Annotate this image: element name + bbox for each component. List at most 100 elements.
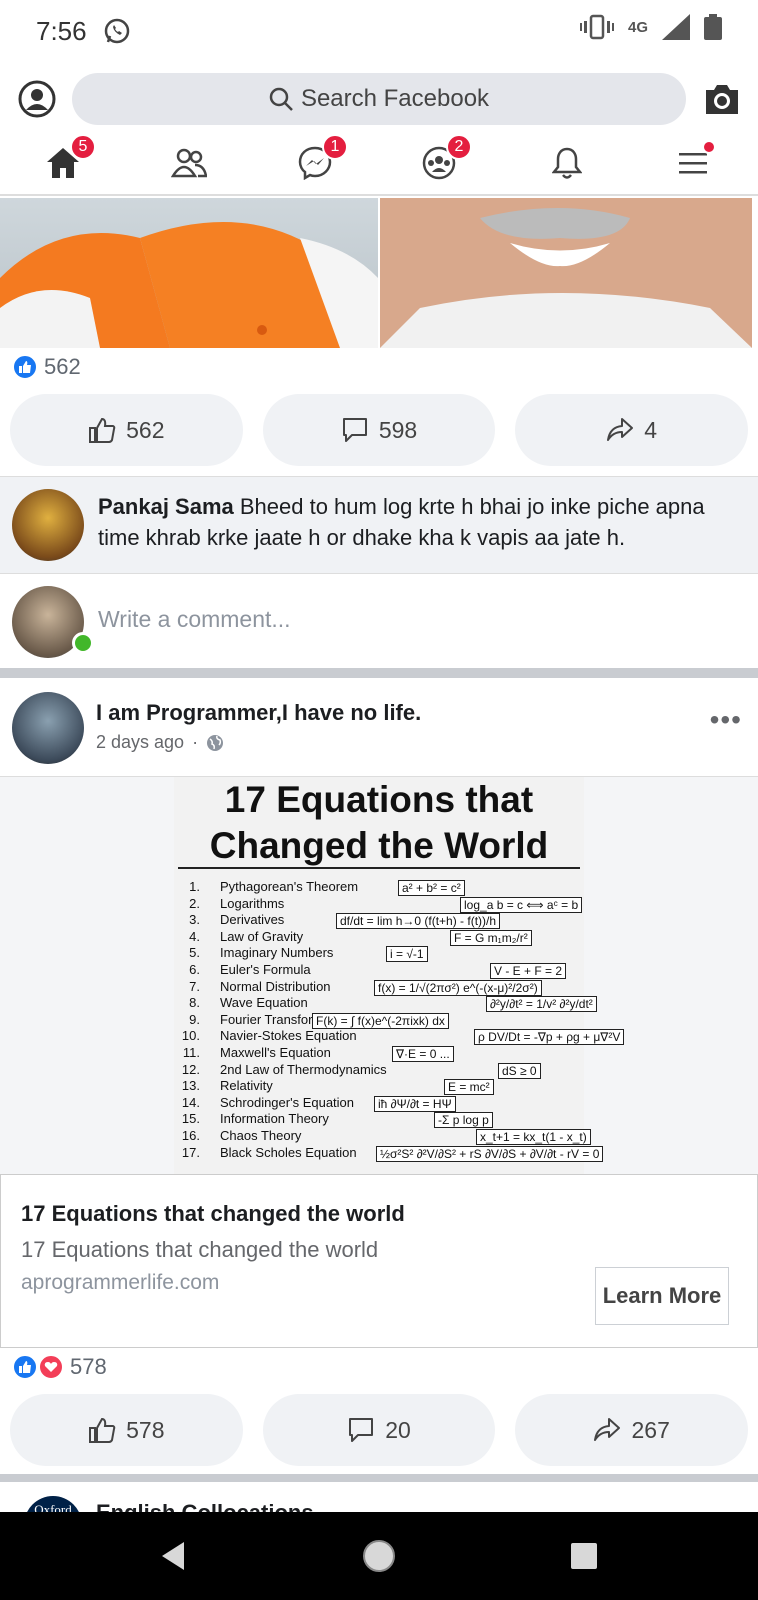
equation-item: 1. Pythagorean's Theorem a² + b² = c²: [178, 879, 578, 896]
system-nav-bar: [0, 1512, 758, 1600]
equation-item: 13. Relativity E = mc²: [178, 1078, 578, 1096]
comment-author-name[interactable]: Pankaj Sama: [98, 494, 234, 519]
thumbs-up-icon: [89, 1417, 116, 1443]
post2-reaction-count: 578: [70, 1354, 107, 1379]
tab-groups[interactable]: 2: [414, 134, 472, 188]
top-comment[interactable]: Pankaj Sama Bheed to hum log krte h bhai…: [0, 476, 758, 574]
menu-notification-dot: [702, 140, 716, 154]
bell-icon: [552, 147, 582, 179]
post2-image[interactable]: 17 Equations that Changed the World 1. Py…: [0, 776, 758, 1175]
equation-label: 2nd Law of Thermodynamics: [220, 1061, 387, 1077]
tab-menu[interactable]: [668, 138, 718, 188]
profile-icon[interactable]: [18, 80, 56, 118]
poster-title-line1: 17 Equations that: [224, 779, 534, 820]
meta-separator: ·: [192, 732, 199, 752]
vibrate-icon: [579, 14, 614, 40]
equation-item: 11. Maxwell's Equation ∇·E = 0 ...: [178, 1045, 578, 1062]
post1-reaction-summary[interactable]: 562: [12, 354, 81, 380]
post1-comment-button[interactable]: 598: [262, 394, 496, 466]
post2-like-button[interactable]: 578: [10, 1394, 243, 1466]
post2-share-button[interactable]: 267: [515, 1394, 749, 1466]
equation-item: 8. Wave Equation ∂²y/∂t² = 1/v² ∂²y/dt²: [178, 995, 597, 1013]
post-separator: [0, 1474, 758, 1482]
post2-comment-button[interactable]: 20: [262, 1394, 496, 1466]
tab-home[interactable]: 5: [38, 134, 96, 188]
post2-time[interactable]: 2 days ago: [96, 732, 184, 753]
equation-formula: a² + b² = c²: [398, 880, 465, 896]
equation-label: Schrodinger's Equation: [220, 1094, 355, 1110]
post-image[interactable]: [0, 198, 758, 348]
page-avatar[interactable]: [12, 692, 84, 764]
equation-item: 17. Black Scholes Equation ½σ²S² ∂²V/∂S² +…: [178, 1144, 604, 1162]
link-title[interactable]: 17 Equations that changed the world: [21, 1201, 405, 1227]
equation-number: 9.: [189, 1011, 200, 1027]
page-name[interactable]: I am Programmer,I have no life.: [96, 700, 421, 726]
signal-icon: [662, 14, 690, 40]
equation-number: 1.: [189, 879, 200, 894]
post-options-icon[interactable]: •••: [710, 704, 742, 736]
post1-like-button[interactable]: 562: [10, 394, 243, 466]
tab-notifications[interactable]: [542, 138, 592, 188]
post-image-right: [380, 198, 752, 348]
equation-label: Normal Distribution: [220, 978, 331, 994]
equation-number: 16.: [181, 1127, 200, 1143]
equation-number: 17.: [181, 1144, 200, 1160]
person-photo-left: [0, 222, 378, 348]
comment-text-block: Pankaj Sama Bheed to hum log krte h bhai…: [98, 491, 742, 553]
equation-item: 15. Information Theory -Σ p log p: [178, 1111, 578, 1129]
thumbs-up-icon: [89, 417, 116, 443]
person-photo-right: [380, 198, 752, 348]
online-status-dot: [72, 632, 94, 654]
post1-comment-count: 598: [378, 416, 418, 443]
back-icon[interactable]: [156, 1538, 192, 1574]
equation-label: Wave Equation: [220, 995, 308, 1011]
equation-formula: x_t+1 = kx_t(1 - x_t): [476, 1128, 591, 1145]
write-comment-row[interactable]: Write a comment...: [0, 574, 758, 668]
comment-icon: [349, 1418, 374, 1442]
tab-friends[interactable]: [164, 138, 214, 188]
next-post-page-name[interactable]: English Collocations: [96, 1500, 314, 1512]
link-preview-card[interactable]: 17 Equations that changed the world 17 E…: [0, 1174, 758, 1348]
equation-label: Derivatives: [220, 912, 285, 928]
equation-number: 4.: [189, 928, 200, 944]
post2-reaction-summary[interactable]: 578: [12, 1354, 107, 1380]
post1-share-count: 4: [644, 416, 658, 443]
link-description: 17 Equations that changed the world: [21, 1237, 379, 1262]
share-icon: [607, 418, 634, 441]
equation-list: 1. Pythagorean's Theorem a² + b² = c² 2. Log…: [178, 879, 625, 1162]
equation-number: 11.: [182, 1044, 200, 1060]
search-input[interactable]: Search Facebook: [72, 73, 686, 125]
equation-formula: F(k) = ∫ f(x)e^(-2πixk) dx: [312, 1012, 449, 1029]
oxford-avatar[interactable]: Oxford: [24, 1496, 82, 1512]
top-search-bar: Search Facebook: [0, 70, 758, 130]
write-comment-input[interactable]: Write a comment...: [98, 606, 291, 633]
recents-icon[interactable]: [566, 1538, 602, 1574]
camera-icon[interactable]: [704, 82, 740, 116]
equation-formula: log_a b = c ⟺ aᶜ = b: [460, 896, 583, 913]
equation-item: 14. Schrodinger's Equation iħ ∂Ψ/∂t = HΨ: [178, 1095, 578, 1112]
post2-header: I am Programmer,I have no life. 2 days a…: [0, 678, 758, 766]
equations-poster: 17 Equations that Changed the World 1. Py…: [174, 777, 625, 1175]
globe-icon: [207, 734, 224, 751]
equation-item: 2. Logarithms log_a b = c ⟺ aᶜ = b: [178, 896, 583, 913]
equation-item: 16. Chaos Theory x_t+1 = kx_t(1 - x_t): [178, 1127, 591, 1145]
comment-icon: [342, 418, 367, 442]
poster-title-line2: Changed the World: [209, 825, 549, 866]
equation-formula: i = √-1: [386, 946, 428, 963]
post1-like-count: 562: [126, 416, 165, 443]
equation-item: 4. Law of Gravity F = G m₁m₂/r²: [178, 929, 578, 946]
equation-label: Black Scholes Equation: [220, 1144, 357, 1160]
search-placeholder: Search Facebook: [300, 85, 490, 112]
tab-messenger[interactable]: 1: [290, 134, 348, 188]
learn-more-button[interactable]: Learn More: [595, 1267, 729, 1325]
equation-formula: f(x) = 1/√(2πσ²) e^(-(x-μ)²/2σ²): [374, 979, 542, 996]
equation-formula: -Σ p log p: [434, 1112, 493, 1129]
post1-share-button[interactable]: 4: [515, 394, 749, 466]
equation-item: 6. Euler's Formula V - E + F = 2: [178, 962, 578, 979]
comment-author-avatar[interactable]: [12, 489, 84, 561]
post-image-left: [0, 198, 378, 348]
share-icon: [594, 1418, 621, 1441]
friends-icon: [171, 148, 207, 178]
equation-label: Maxwell's Equation: [220, 1044, 331, 1060]
home-button-icon[interactable]: [361, 1538, 397, 1574]
